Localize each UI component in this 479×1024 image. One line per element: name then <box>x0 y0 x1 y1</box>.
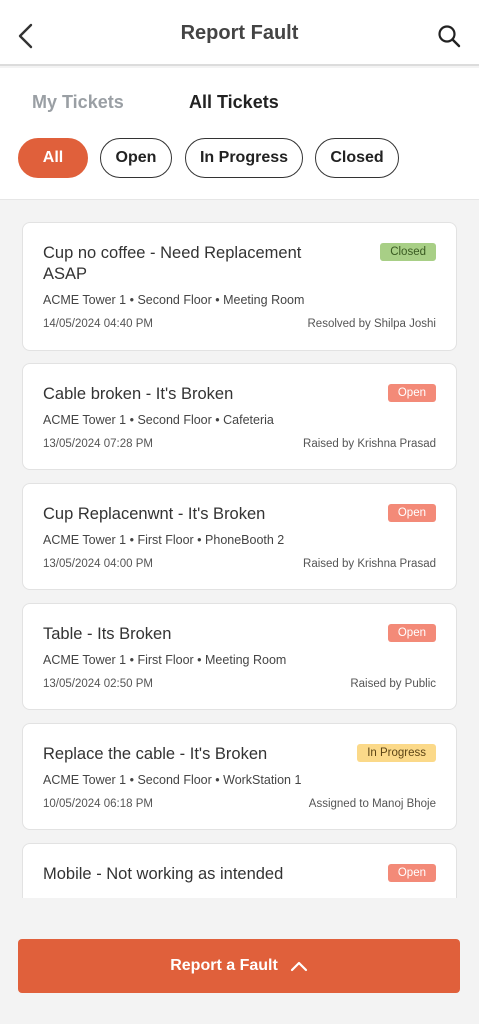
ticket-location: ACME Tower 1 • Second Floor • Cafeteria <box>43 413 274 427</box>
ticket-card[interactable]: Cup no coffee - Need Replacement ASAP Cl… <box>22 222 457 351</box>
filter-chip-in-progress[interactable]: In Progress <box>185 138 303 178</box>
ticket-assignee: Raised by Krishna Prasad <box>303 438 436 450</box>
search-icon[interactable] <box>437 24 461 48</box>
status-badge: Open <box>387 624 436 642</box>
tab-my-tickets[interactable]: My Tickets <box>32 92 124 113</box>
report-fault-label: Report a Fault <box>170 957 278 974</box>
ticket-card[interactable]: Table - Its Broken Open ACME Tower 1 • F… <box>22 603 457 710</box>
ticket-date: 10/05/2024 06:18 PM <box>43 798 153 810</box>
status-badge: Open <box>387 864 436 882</box>
ticket-location: ACME Tower 1 • First Floor • PhoneBooth … <box>43 533 285 547</box>
app-header: Report Fault <box>0 0 479 66</box>
ticket-date: 13/05/2024 02:50 PM <box>43 678 153 690</box>
filter-chip-open[interactable]: Open <box>100 138 172 178</box>
filter-chip-all[interactable]: All <box>18 138 88 178</box>
filter-chip-closed[interactable]: Closed <box>315 138 399 178</box>
report-fault-button[interactable]: Report a Fault <box>18 939 460 993</box>
filter-panel: My Tickets All Tickets All Open In Progr… <box>0 68 479 200</box>
tab-all-tickets[interactable]: All Tickets <box>189 92 279 113</box>
chevron-up-icon <box>290 961 307 972</box>
ticket-card[interactable]: Mobile - Not working as intended Open <box>22 843 457 898</box>
ticket-assignee: Raised by Public <box>350 678 436 690</box>
ticket-title: Cup no coffee - Need Replacement ASAP <box>43 244 302 283</box>
ticket-list[interactable]: Cup no coffee - Need Replacement ASAP Cl… <box>0 212 479 898</box>
ticket-card[interactable]: Cable broken - It's Broken Open ACME Tow… <box>22 363 457 470</box>
ticket-title: Cable broken - It's Broken <box>43 385 234 403</box>
status-badge: In Progress <box>357 744 436 762</box>
status-badge: Open <box>387 384 436 402</box>
ticket-date: 14/05/2024 04:40 PM <box>43 318 153 330</box>
ticket-title: Replace the cable - It's Broken <box>43 745 268 763</box>
ticket-date: 13/05/2024 04:00 PM <box>43 558 153 570</box>
status-badge: Open <box>387 504 436 522</box>
ticket-card[interactable]: Replace the cable - It's Broken In Progr… <box>22 723 457 830</box>
ticket-assignee: Resolved by Shilpa Joshi <box>307 318 437 330</box>
ticket-location: ACME Tower 1 • Second Floor • Meeting Ro… <box>43 293 305 307</box>
page-title: Report Fault <box>180 22 299 44</box>
ticket-date: 13/05/2024 07:28 PM <box>43 438 153 450</box>
ticket-title: Table - Its Broken <box>43 625 172 643</box>
ticket-title: Cup Replacenwnt - It's Broken <box>43 505 266 523</box>
ticket-assignee: Raised by Krishna Prasad <box>303 558 436 570</box>
ticket-location: ACME Tower 1 • Second Floor • WorkStatio… <box>43 773 302 787</box>
ticket-assignee: Assigned to Manoj Bhoje <box>308 798 436 810</box>
ticket-location: ACME Tower 1 • First Floor • Meeting Roo… <box>43 653 287 667</box>
ticket-card[interactable]: Cup Replacenwnt - It's Broken Open ACME … <box>22 483 457 590</box>
status-badge: Closed <box>380 243 436 261</box>
ticket-title: Mobile - Not working as intended <box>43 865 284 883</box>
